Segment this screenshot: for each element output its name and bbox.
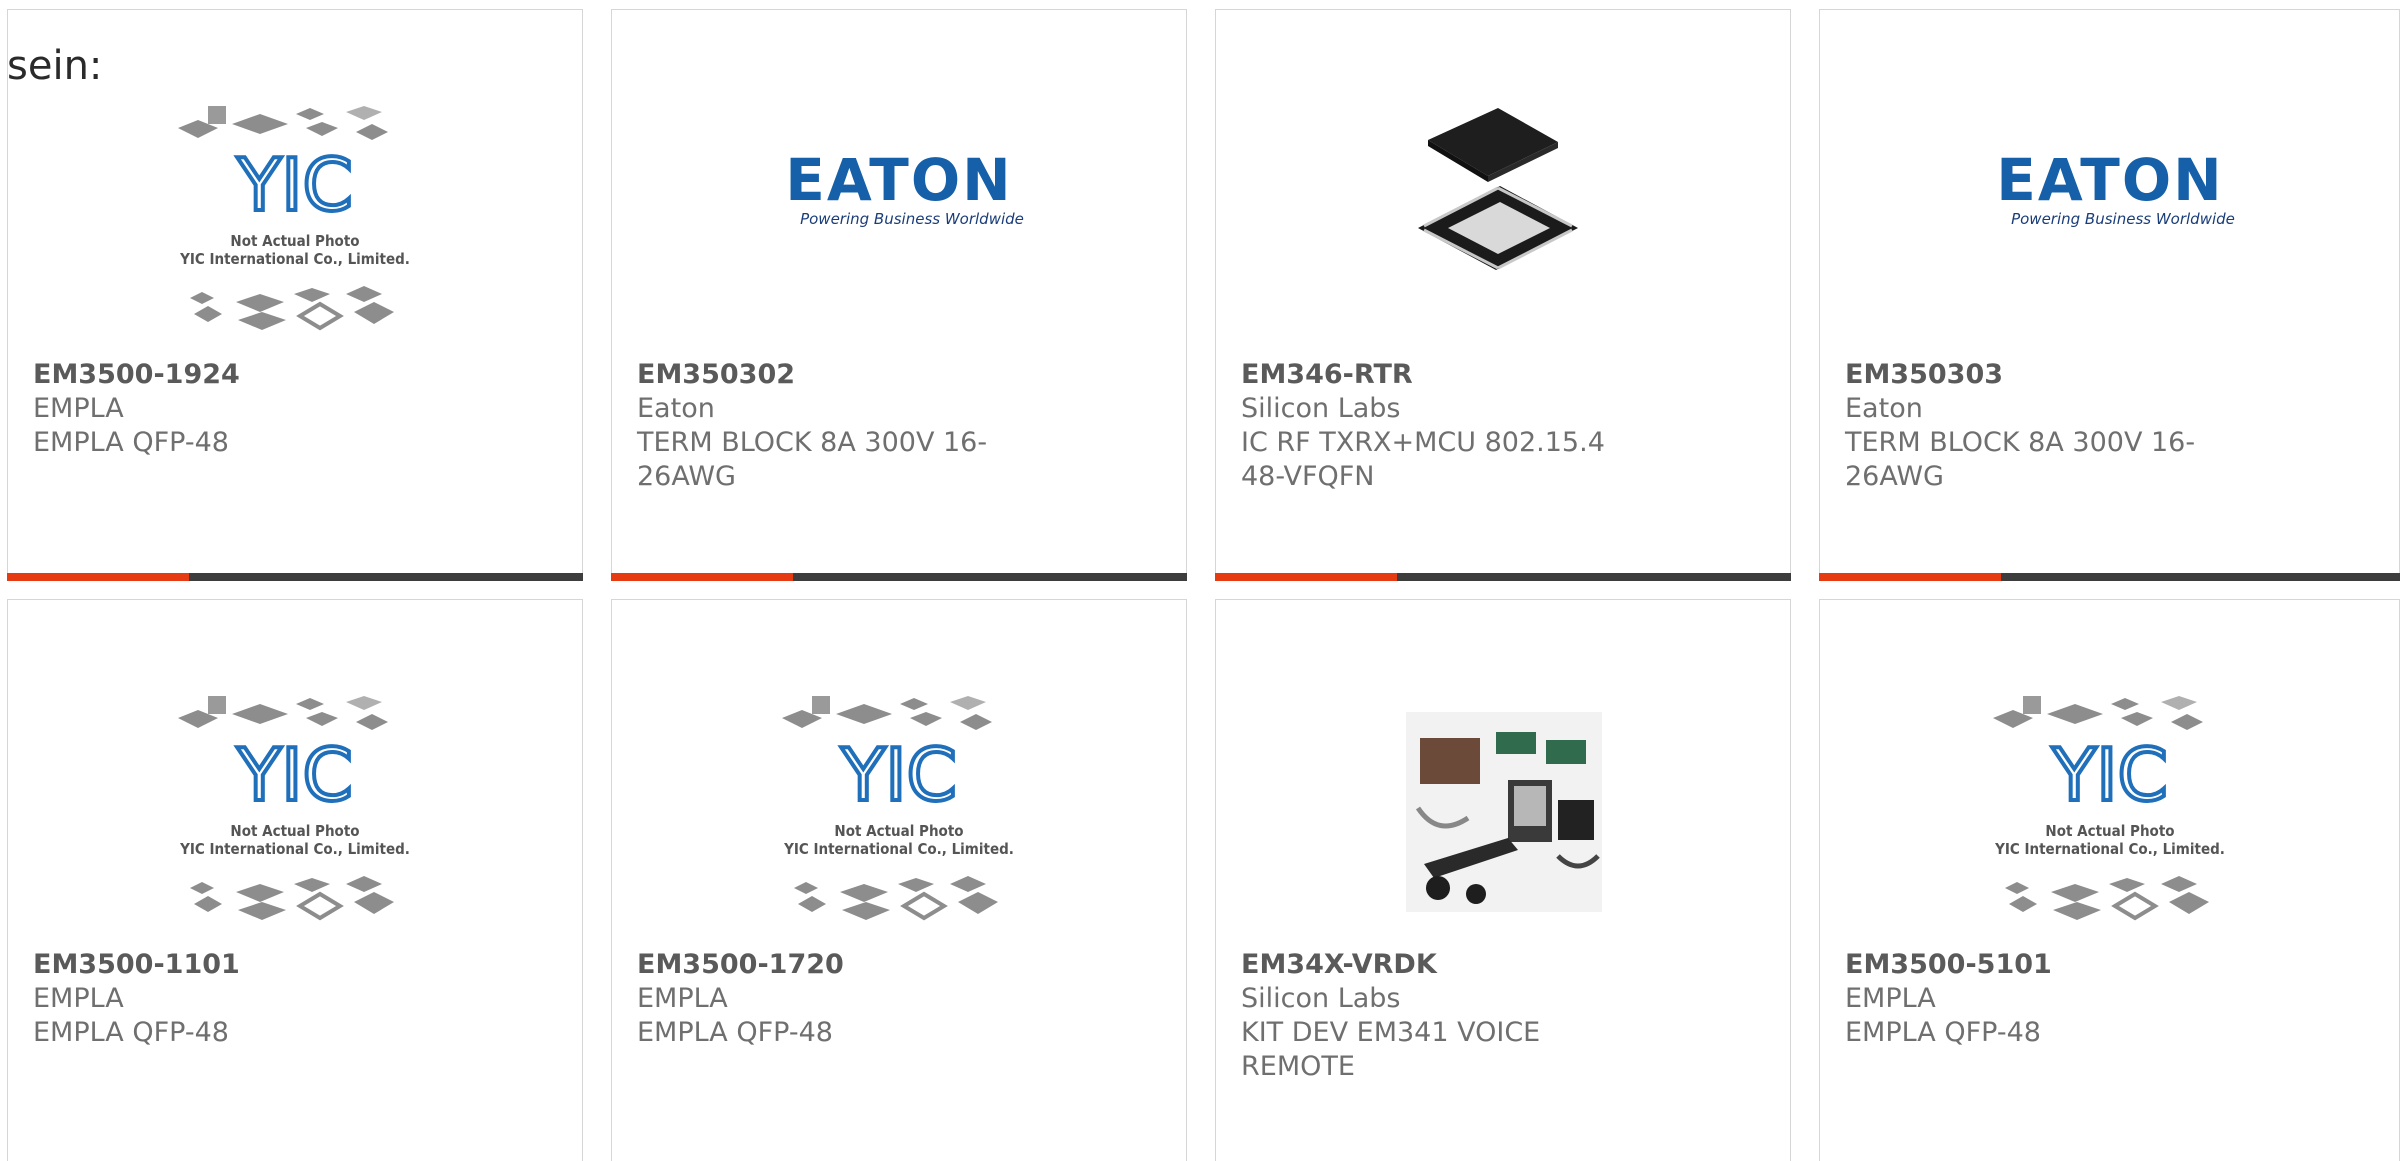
description: TERM BLOCK 8A 300V 16-26AWG [1845,427,2196,492]
dev-kit-image [1406,712,1602,912]
yic-caption-line1: Not Actual Photo [2045,822,2174,840]
part-number[interactable]: EM3500-1101 [33,948,432,982]
yic-placeholder-image: YIC Not Actual Photo YIC International C… [178,106,410,331]
part-number[interactable]: EM350302 [637,358,1036,392]
part-number[interactable]: EM346-RTR [1241,358,1640,392]
yic-caption-line1: Not Actual Photo [834,822,963,840]
yic-logo-text: YIC [840,733,957,817]
yic-caption-line2: YIC International Co., Limited. [1994,840,2225,858]
card-bottom-bar [1819,573,2400,581]
product-card[interactable]: EATON Powering Business Worldwide EM3503… [1819,9,2400,581]
card-bar-accent [1819,573,2001,581]
yic-caption-line2: YIC International Co., Limited. [179,250,410,268]
product-image[interactable]: YIC Not Actual Photo YIC International C… [150,688,440,940]
product-card[interactable]: EATON Powering Business Worldwide EM3503… [611,9,1187,581]
product-card[interactable]: YIC Not Actual Photo YIC International C… [1819,599,2400,1161]
card-bottom-bar [1215,573,1791,581]
description: KIT DEV EM341 VOICE REMOTE [1241,1017,1541,1082]
yic-placeholder-image: YIC Not Actual Photo YIC International C… [1992,696,2225,921]
product-image[interactable] [1358,98,1648,350]
manufacturer: Silicon Labs [1241,983,1401,1014]
product-card[interactable]: EM346-RTR Silicon Labs IC RF TXRX+MCU 80… [1215,9,1791,581]
yic-logo-text: YIC [2051,733,2168,817]
product-card[interactable]: YIC Not Actual Photo YIC International C… [611,599,1187,1161]
product-card[interactable]: EM34X-VRDK Silicon Labs KIT DEV EM341 VO… [1215,599,1791,1161]
description: EMPLA QFP-48 [1845,1017,2041,1048]
product-card[interactable]: YIC Not Actual Photo YIC International C… [7,599,583,1161]
yic-placeholder-image: YIC Not Actual Photo YIC International C… [782,696,1014,921]
qfn-chip-image [1418,108,1578,270]
product-image[interactable]: YIC Not Actual Photo YIC International C… [754,688,1044,940]
manufacturer: EMPLA [1845,983,1936,1014]
card-bottom-bar [7,573,583,581]
eaton-tagline: Powering Business Worldwide [2011,210,2235,228]
part-number[interactable]: EM3500-1720 [637,948,1036,982]
yic-logo-text: YIC [236,143,353,227]
product-image[interactable]: YIC Not Actual Photo YIC International C… [150,98,440,350]
product-grid: YIC Not Actual Photo YIC International C… [0,0,2400,1161]
description: EMPLA QFP-48 [637,1017,833,1048]
part-number[interactable]: EM34X-VRDK [1241,948,1640,982]
card-bar-accent [1215,573,1397,581]
part-number[interactable]: EM3500-1924 [33,358,432,392]
intro-text: sein: [7,43,103,89]
manufacturer: Eaton [637,393,715,424]
eaton-wordmark: EATON [1996,146,2223,214]
yic-caption-line1: Not Actual Photo [230,232,359,250]
manufacturer: EMPLA [33,983,124,1014]
manufacturer: Eaton [1845,393,1923,424]
description: EMPLA QFP-48 [33,427,229,458]
product-card[interactable]: YIC Not Actual Photo YIC International C… [7,9,583,581]
description: IC RF TXRX+MCU 802.15.4 48-VFQFN [1241,427,1605,492]
yic-placeholder-image: YIC Not Actual Photo YIC International C… [178,696,410,921]
description: EMPLA QFP-48 [33,1017,229,1048]
part-number[interactable]: EM350303 [1845,358,2249,392]
yic-caption-line2: YIC International Co., Limited. [783,840,1014,858]
yic-caption-line2: YIC International Co., Limited. [179,840,410,858]
card-bottom-bar [611,573,1187,581]
eaton-logo-image: EATON Powering Business Worldwide [1996,146,2235,228]
yic-logo-text: YIC [236,733,353,817]
eaton-tagline: Powering Business Worldwide [800,210,1024,228]
product-image[interactable] [1358,688,1648,940]
yic-caption-line1: Not Actual Photo [230,822,359,840]
manufacturer: EMPLA [33,393,124,424]
eaton-wordmark: EATON [785,146,1012,214]
product-image[interactable]: EATON Powering Business Worldwide [1965,98,2255,350]
eaton-logo-image: EATON Powering Business Worldwide [785,146,1024,228]
product-image[interactable]: EATON Powering Business Worldwide [754,98,1044,350]
product-image[interactable]: YIC Not Actual Photo YIC International C… [1965,688,2255,940]
description: TERM BLOCK 8A 300V 16-26AWG [637,427,988,492]
manufacturer: Silicon Labs [1241,393,1401,424]
part-number[interactable]: EM3500-5101 [1845,948,2249,982]
card-bar-accent [7,573,189,581]
card-bar-accent [611,573,793,581]
manufacturer: EMPLA [637,983,728,1014]
